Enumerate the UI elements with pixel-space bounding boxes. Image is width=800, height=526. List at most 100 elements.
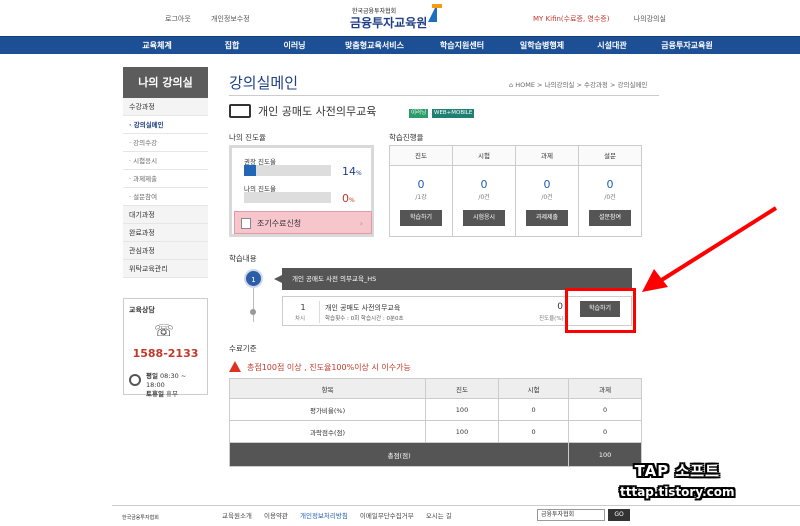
logout-link[interactable]: 로그아웃 <box>165 15 191 23</box>
table-total-row: 총점(점) 100 <box>228 442 642 467</box>
criteria-label: 수료기준 <box>229 344 257 353</box>
table-header: 항목 <box>228 378 427 399</box>
sidebar-item[interactable]: · 강의수강 <box>123 134 208 152</box>
footer-link[interactable]: 교육원소개 <box>222 512 252 520</box>
chevron-right-icon: › <box>359 219 363 228</box>
recommended-bar-fill <box>244 165 257 176</box>
status-header: 진도 <box>390 146 452 166</box>
edit-profile-link[interactable]: 개인정보수정 <box>211 15 250 23</box>
highlight-box <box>565 288 636 333</box>
sidebar-item[interactable]: 위탁교육관리 <box>123 260 208 278</box>
sidebar-item[interactable]: 완료과정 <box>123 224 208 242</box>
nav-item[interactable]: 이러닝 <box>262 37 327 55</box>
divider <box>319 301 320 323</box>
table-cell: 0 <box>568 398 642 421</box>
family-site-select[interactable]: 금융투자협회 <box>537 509 605 521</box>
progress-box: 권장 진도율 14% 나의 진도율 0% 조기수료신청 › <box>229 145 374 237</box>
table-cell: 100 <box>425 398 499 421</box>
consult-title: 교육상담 <box>129 306 155 314</box>
status-value: 0 <box>480 178 488 191</box>
footer-links: 교육원소개 이용약관 개인정보처리방침 이메일무단수집거부 오시는 길 <box>222 510 462 520</box>
footer-link[interactable]: 오시는 길 <box>426 512 452 520</box>
survey-button[interactable]: 설문참여 <box>589 210 631 226</box>
watermark-line2: tttap.tistory.com <box>620 485 735 499</box>
elearning-badge: 이러닝 <box>409 109 429 118</box>
table-header-row: 항목 진도 시험 과제 <box>228 378 642 399</box>
nav-item[interactable]: 교육체계 <box>112 37 202 55</box>
lesson-progress: 0 <box>557 302 563 312</box>
status-column: 진도 0 /1강 학습하기 <box>390 146 453 236</box>
logo-title: 금융투자교육원 <box>350 16 428 30</box>
sidebar-item[interactable]: · 설문참여 <box>123 188 208 206</box>
watermark: TAP 소프트 tttap.tistory.com <box>620 460 735 499</box>
my-kifin-link[interactable]: MY Kifin(수료증, 영수증) <box>533 15 609 23</box>
exam-button[interactable]: 시험응시 <box>463 210 505 226</box>
breadcrumb: ⌂ HOME > 나의강의실 > 수강과정 > 강의실메인 <box>509 81 648 89</box>
web-mobile-badge: WEB+MOBILE <box>432 109 475 118</box>
user-links: MY Kifin(수료증, 영수증) 나의강의실 <box>533 14 666 24</box>
status-header: 설문 <box>579 146 641 166</box>
recommended-value: 14% <box>342 165 362 178</box>
table-cell: 0 <box>497 420 570 443</box>
footer-link[interactable]: 이메일무단수집거부 <box>360 512 414 520</box>
chapter-title: 개인 공매도 사전 의무교육_HS <box>274 268 632 290</box>
page-title: 강의실메인 <box>229 74 299 92</box>
sidebar-item[interactable]: 관심과정 <box>123 242 208 260</box>
lesson-number: 1 <box>300 303 306 312</box>
assignment-button[interactable]: 과제제출 <box>526 210 568 226</box>
nav-item[interactable]: 시설대관 <box>582 37 642 55</box>
table-row: 과락점수(점) 100 0 0 <box>228 420 642 443</box>
nav-item[interactable]: 집합 <box>202 37 262 55</box>
watermark-line1: TAP 소프트 <box>634 462 720 480</box>
early-completion-button[interactable]: 조기수료신청 › <box>234 211 372 234</box>
divider <box>229 95 659 96</box>
table-cell: 0 <box>497 398 570 421</box>
status-panel: 진도 0 /1강 학습하기 시험 0 /0건 시험응시 과제 0 /0건 과제제… <box>389 145 642 237</box>
sidebar-title: 나의 강의실 <box>123 67 208 98</box>
status-sub: /0건 <box>541 194 553 201</box>
status-sub: /0건 <box>604 194 616 201</box>
progress-label: 나의 진도율 <box>229 133 266 142</box>
footer-link[interactable]: 개인정보처리방침 <box>300 512 348 520</box>
sidebar-item[interactable]: 수강과정 <box>123 98 208 116</box>
sidebar-item[interactable]: · 시험응시 <box>123 152 208 170</box>
status-column: 설문 0 /0건 설문참여 <box>579 146 641 236</box>
table-row: 평가비율(%) 100 0 0 <box>228 398 642 421</box>
total-label: 총점(점) <box>228 442 570 467</box>
sidebar-item-active[interactable]: · 강의실메인 <box>123 116 208 134</box>
table-header: 진도 <box>425 378 499 399</box>
warning-icon <box>229 361 241 372</box>
timeline-dot <box>250 309 256 315</box>
nav-item[interactable]: 맞춤형교육서비스 <box>327 37 422 55</box>
footer-link[interactable]: 이용약관 <box>264 512 288 520</box>
consult-hours: 평일 08:30 ~ 18:00 토휴일 휴무 <box>146 372 187 398</box>
annotation-arrow-icon <box>642 206 778 292</box>
nav-item[interactable]: 금융투자교육원 <box>642 37 732 55</box>
criteria-table: 항목 진도 시험 과제 평가비율(%) 100 0 0 과락점수(점) 100 … <box>228 378 642 467</box>
nav-item[interactable]: 학습지원센터 <box>422 37 502 55</box>
recommended-bar <box>244 165 331 176</box>
my-classroom-link[interactable]: 나의강의실 <box>634 15 666 23</box>
status-header: 과제 <box>516 146 578 166</box>
table-header: 시험 <box>497 378 570 399</box>
top-links: 로그아웃 개인정보수정 <box>165 14 268 24</box>
footer-logo: 한국금융투자협회 <box>122 515 159 521</box>
status-column: 시험 0 /0건 시험응시 <box>453 146 516 236</box>
consult-phone: 1588-2133 <box>132 347 199 360</box>
status-header: 시험 <box>453 146 515 166</box>
status-value: 0 <box>606 178 614 191</box>
document-icon <box>241 218 251 229</box>
nav-item[interactable]: 일학습병행제 <box>502 37 582 55</box>
lesson-meta: 학습횟수 : 0회 학습시간 : 0분0초 <box>325 316 404 322</box>
table-cell: 과락점수(점) <box>228 420 427 443</box>
phone-icon: ☏ <box>154 321 175 340</box>
main-nav: 교육체계 집합 이러닝 맞춤형교육서비스 학습지원센터 일학습병행제 시설대관 … <box>0 36 800 54</box>
lesson-progress-label: 진도율(%) <box>539 316 564 322</box>
sidebar-item[interactable]: 대기과정 <box>123 206 208 224</box>
sidebar-item[interactable]: · 과제제출 <box>123 170 208 188</box>
status-sub: /1강 <box>415 194 427 201</box>
go-button[interactable]: GO <box>608 509 630 521</box>
chapter-number: 1 <box>244 269 263 288</box>
study-button[interactable]: 학습하기 <box>400 210 442 226</box>
site-logo[interactable]: 한국금융투자협회 금융투자교육원 <box>350 4 445 32</box>
